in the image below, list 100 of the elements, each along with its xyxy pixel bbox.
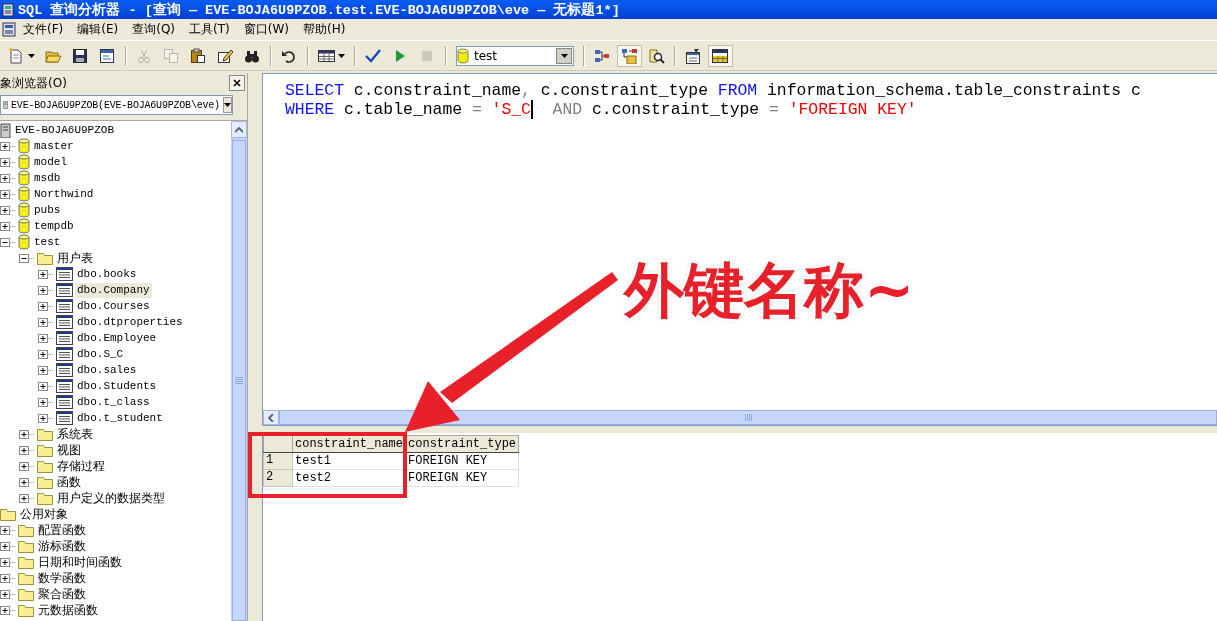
tree-item[interactable]: 视图 — [55, 442, 83, 458]
checkmark-icon — [365, 47, 382, 64]
app-icon — [2, 2, 14, 17]
code-line: WHERE c.table_name = 'S_C AND c.constraint_type = 'FOREIGN KEY' — [285, 100, 918, 119]
folder-icon — [37, 250, 53, 266]
close-button[interactable] — [229, 75, 245, 91]
menu-item[interactable]: 窗口(W) — [236, 19, 296, 40]
toolbar-button[interactable] — [708, 44, 733, 67]
tree-item[interactable]: 游标函数 — [36, 538, 88, 554]
folder-icon — [37, 458, 53, 474]
annotation-label: 外键名称~ — [624, 254, 915, 327]
clipboard-icon — [190, 47, 207, 64]
tree-item[interactable]: 配置函数 — [36, 522, 88, 538]
copy-icon — [163, 47, 180, 64]
tree-item[interactable]: master — [32, 138, 76, 154]
database-icon — [457, 47, 469, 64]
caret-icon — [560, 53, 568, 58]
table-icon — [56, 266, 73, 282]
table-icon — [56, 394, 73, 410]
window-icon — [712, 47, 729, 64]
caret-icon — [223, 103, 231, 107]
tree-item[interactable]: pubs — [32, 202, 63, 218]
tree-item[interactable]: tempdb — [32, 218, 76, 234]
table-icon — [56, 362, 73, 378]
tree-item[interactable]: dbo.Employee — [75, 330, 159, 346]
tree-item[interactable]: 存储过程 — [55, 458, 107, 474]
tree-item[interactable]: msdb — [32, 170, 63, 186]
database-icon — [18, 186, 30, 202]
tree-item[interactable]: 公用对象 — [18, 506, 70, 522]
tree-item[interactable]: dbo.S_C — [75, 346, 126, 362]
tree-item[interactable]: 日期和时间函数 — [36, 554, 124, 570]
document-icon — [2, 22, 16, 37]
tree-item[interactable]: EVE-BOJA6U9PZOB — [13, 122, 117, 138]
tree-item[interactable]: dbo.t_class — [75, 394, 152, 410]
tree-item[interactable]: dbo.Company — [75, 282, 152, 298]
tree-item[interactable]: dbo.sales — [75, 362, 139, 378]
scroll-left-button[interactable] — [263, 410, 279, 425]
database-icon — [18, 154, 30, 170]
folder-icon — [18, 586, 34, 602]
close-icon — [233, 79, 241, 87]
server-icon — [0, 122, 11, 138]
properties-icon — [685, 47, 702, 64]
folder-icon — [18, 570, 34, 586]
menu-item[interactable]: 编辑(E) — [70, 19, 126, 40]
tree-icon — [621, 47, 638, 64]
caret-icon — [338, 53, 345, 58]
search-icon — [648, 47, 665, 64]
tree-item[interactable]: 元数据函数 — [36, 602, 100, 618]
folder-icon — [37, 426, 53, 442]
table-icon — [56, 282, 73, 298]
database-icon — [18, 234, 30, 250]
database-dropdown[interactable]: test — [456, 45, 574, 66]
tree-item[interactable]: 数学函数 — [36, 570, 88, 586]
server-dropdown[interactable]: EVE-BOJA6U9PZOB(EVE-BOJA6U9PZOB\eve) — [0, 95, 233, 115]
table-icon — [56, 378, 73, 394]
chevron-left-icon — [268, 413, 274, 422]
tree-item[interactable]: 用户表 — [55, 250, 95, 266]
tree-item[interactable]: dbo.t_student — [75, 410, 165, 426]
edit-icon — [217, 47, 234, 64]
table-icon — [56, 298, 73, 314]
scrollbar-thumb[interactable] — [232, 140, 246, 621]
code-line: SELECT c.constraint_name, c.constraint_type FROM information_schema.table_constraints c — [285, 81, 1142, 100]
tree-item[interactable]: 系统表 — [55, 426, 95, 442]
tree-item[interactable]: 函数 — [55, 474, 83, 490]
menu-item[interactable]: 帮助(H) — [295, 19, 353, 40]
tree-item[interactable]: 聚合函数 — [36, 586, 88, 602]
scroll-up-button[interactable] — [231, 121, 247, 138]
database-icon — [18, 170, 30, 186]
tree-item[interactable]: 用户定义的数据类型 — [55, 490, 167, 506]
table-cell: FOREIGN KEY — [405, 452, 519, 470]
window-icon — [99, 47, 116, 64]
tree-item[interactable]: test — [32, 234, 63, 250]
folder-icon — [18, 522, 34, 538]
panel-title: 象浏览器(O) — [0, 74, 67, 92]
tree-item[interactable]: Northwind — [32, 186, 96, 202]
database-icon — [18, 138, 30, 154]
table-cell: test2 — [292, 469, 406, 487]
tree-item[interactable]: dbo.Courses — [75, 298, 152, 314]
menu-item[interactable]: 查询(Q) — [125, 19, 183, 40]
window-title: SQL 查询分析器 - [查询 — EVE-BOJA6U9PZOB.test.EVE-BOJA6U9PZOB\eve — 无标题1*] — [18, 1, 620, 19]
tree-item[interactable]: model — [32, 154, 69, 170]
folder-icon — [0, 506, 16, 522]
folder-icon — [18, 554, 34, 570]
table-icon — [56, 314, 73, 330]
caret-icon — [28, 53, 35, 58]
tree-item[interactable]: dbo.Students — [75, 378, 159, 394]
tree-item[interactable]: dbo.dtproperties — [75, 314, 185, 330]
scrollbar-thumb[interactable] — [279, 410, 1217, 425]
menu-item[interactable]: 文件(F) — [16, 19, 71, 40]
folder-icon — [37, 474, 53, 490]
table-cell: FOREIGN KEY — [405, 469, 519, 487]
menu-item[interactable]: 工具(T) — [182, 19, 237, 40]
table-icon — [56, 410, 73, 426]
database-icon — [18, 218, 30, 234]
table-cell: test1 — [292, 452, 406, 470]
chevron-up-icon — [235, 126, 243, 133]
table-icon — [56, 330, 73, 346]
folder-icon — [37, 442, 53, 458]
scissors-icon — [136, 47, 153, 64]
tree-item[interactable]: dbo.books — [75, 266, 139, 282]
